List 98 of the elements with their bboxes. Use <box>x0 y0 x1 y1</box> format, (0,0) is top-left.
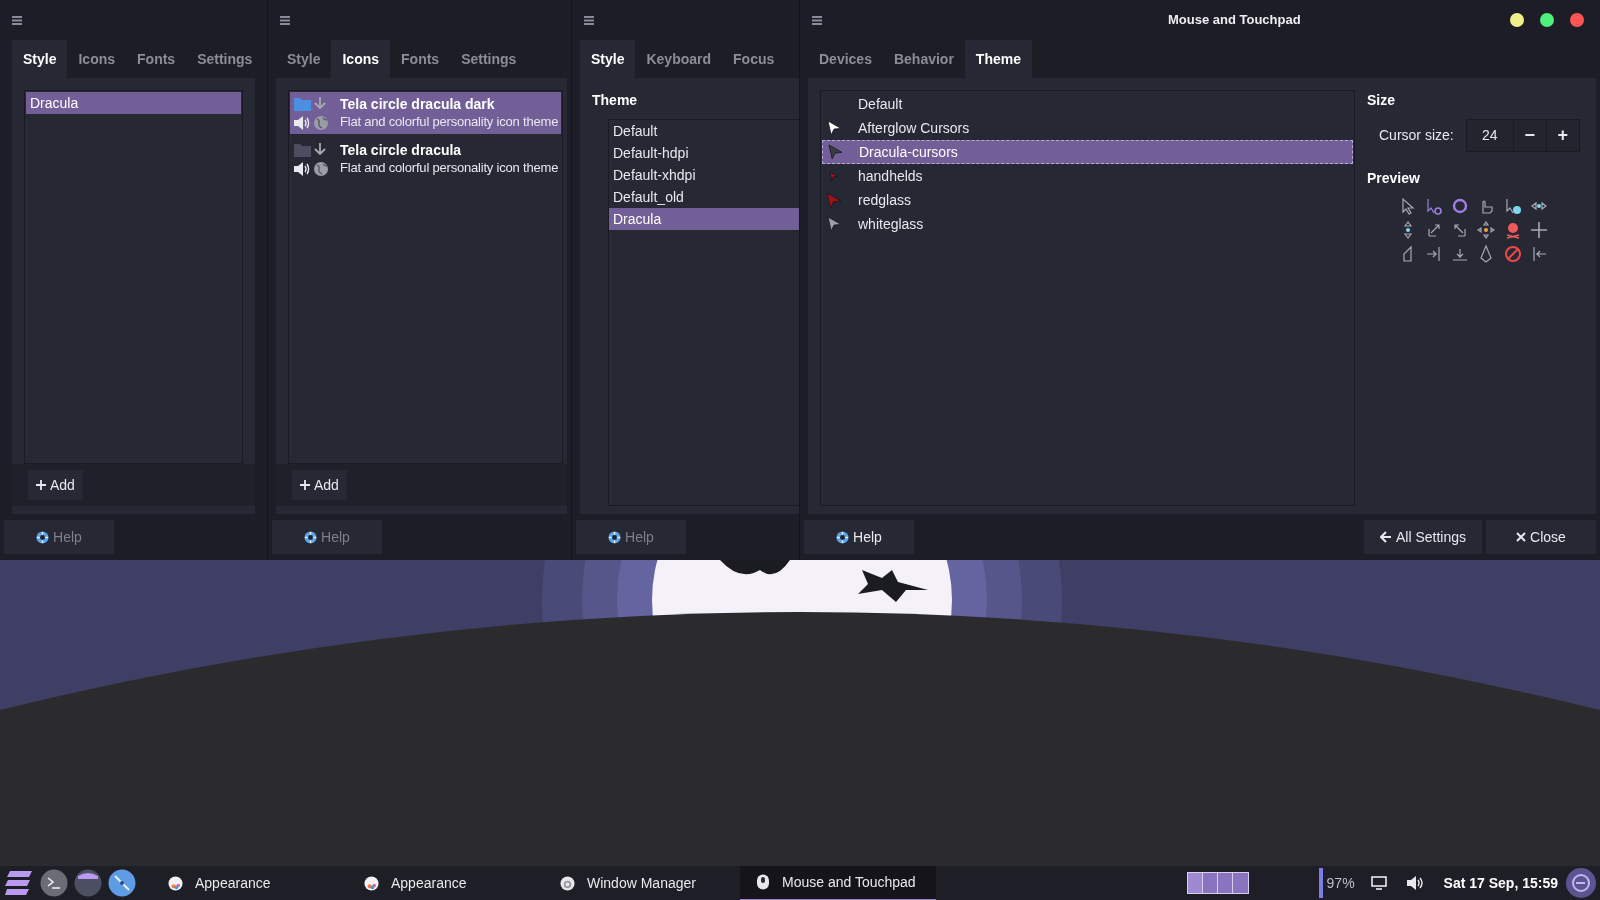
help-button[interactable]: Help <box>804 520 914 554</box>
palette-icon <box>168 875 183 891</box>
theme-item[interactable]: Default-xhdpi <box>609 164 799 186</box>
tab[interactable]: Theme <box>964 40 1032 78</box>
tab[interactable]: Style <box>276 40 332 78</box>
minimize-button[interactable] <box>1510 13 1524 27</box>
folder-icon[interactable] <box>74 869 102 897</box>
menu-icon[interactable] <box>812 15 822 25</box>
close-window-button[interactable] <box>1570 13 1584 27</box>
tab[interactable]: Settings <box>186 40 264 78</box>
terminal-icon[interactable] <box>40 869 68 897</box>
theme-item[interactable]: Default-hdpi <box>609 142 799 164</box>
section-heading: Theme <box>592 91 639 110</box>
back-arrow-icon <box>1379 531 1392 543</box>
mouse-icon <box>756 874 770 890</box>
palette-icon <box>364 875 379 891</box>
speaker-icon <box>294 115 310 130</box>
help-icon <box>608 530 622 544</box>
window-title: Mouse and Touchpad <box>1168 11 1301 30</box>
crosshair-icon <box>1529 221 1548 239</box>
theme-description: Flat and colorful personality icon theme <box>340 159 559 176</box>
tab[interactable]: Icons <box>67 40 127 78</box>
taskbar-button[interactable]: Appearance <box>348 865 544 900</box>
cursor-icon <box>829 170 839 182</box>
clock[interactable]: Sat 17 Sep, 15:59 <box>1443 872 1558 894</box>
power-icon[interactable] <box>1566 868 1596 898</box>
plus-icon <box>36 480 46 490</box>
display-icon[interactable] <box>1370 876 1387 890</box>
cursor-size-spinbox[interactable]: 24 − + <box>1465 119 1580 152</box>
cursor-theme-item[interactable]: Dracula-cursors <box>822 140 1353 164</box>
tab[interactable]: Style <box>12 40 68 78</box>
compass-icon[interactable] <box>108 869 136 897</box>
down-arrow-icon <box>314 97 326 110</box>
tab[interactable]: Fonts <box>126 40 187 78</box>
down-arrow-icon <box>314 143 326 156</box>
icon-theme-item[interactable]: Tela circle dracula Flat and colorful personality icon theme <box>290 138 561 180</box>
theme-description: Flat and colorful personality icon theme <box>340 113 559 130</box>
theme-name: Tela circle dracula <box>340 142 463 159</box>
cursor-theme-item[interactable]: handhelds <box>822 164 1353 188</box>
menu-icon[interactable] <box>12 15 22 25</box>
theme-item[interactable]: Default_old <box>609 186 799 208</box>
close-button[interactable]: Close <box>1486 520 1596 554</box>
battery-level: 97% <box>1326 873 1355 893</box>
theme-item[interactable]: Default <box>609 120 799 142</box>
launcher-icon[interactable] <box>4 869 34 897</box>
pointer-icon <box>1399 197 1417 215</box>
theme-item[interactable]: Dracula <box>26 92 241 114</box>
maximize-button[interactable] <box>1540 13 1554 27</box>
tab[interactable]: Focus <box>722 40 786 78</box>
help-icon <box>304 530 318 544</box>
menu-icon[interactable] <box>280 15 290 25</box>
cursor-size-label: Cursor size: <box>1379 126 1454 145</box>
tab[interactable]: Keyboard <box>635 40 723 78</box>
cursor-theme-item[interactable]: whiteglass <box>822 212 1353 236</box>
theme-item[interactable]: Dracula <box>609 208 799 230</box>
spinner-icon <box>1451 197 1470 215</box>
globe-icon <box>314 115 328 130</box>
no-entry-icon <box>1503 245 1522 263</box>
volume-icon[interactable] <box>1406 876 1424 890</box>
cursor-theme-item[interactable]: Default <box>822 92 1353 116</box>
tab[interactable]: Icons <box>331 40 391 78</box>
cursor-icon <box>826 120 842 136</box>
menu-icon[interactable] <box>584 15 594 25</box>
section-heading: Preview <box>1367 169 1421 188</box>
help-pointer-icon <box>1503 197 1522 215</box>
cursor-icon <box>826 216 842 232</box>
help-button[interactable]: Help <box>4 520 114 554</box>
icon-theme-item[interactable]: Tela circle dracula dark Flat and colorful personality icon theme <box>290 92 561 134</box>
add-button[interactable]: Add <box>28 470 83 500</box>
theme-name: Tela circle dracula dark <box>340 96 496 113</box>
plus-icon <box>300 480 310 490</box>
cursor-theme-item[interactable]: Afterglow Cursors <box>822 116 1353 140</box>
all-settings-button[interactable]: All Settings <box>1363 520 1482 554</box>
help-icon <box>836 530 850 544</box>
cursor-size-value: 24 <box>1480 126 1499 145</box>
help-icon <box>36 530 50 544</box>
cursor-icon <box>827 144 843 160</box>
globe-icon <box>314 161 328 176</box>
cursor-theme-item[interactable]: redglass <box>822 188 1353 212</box>
move-icon <box>1477 221 1496 239</box>
tab[interactable]: Fonts <box>390 40 451 78</box>
workspace-pager[interactable] <box>1186 872 1249 894</box>
increase-button[interactable]: + <box>1545 120 1579 151</box>
decrease-button[interactable]: − <box>1512 120 1546 151</box>
taskbar-button[interactable]: Mouse and Touchpad <box>740 865 936 900</box>
help-button[interactable]: Help <box>576 520 686 554</box>
add-button[interactable]: Add <box>292 470 347 500</box>
speaker-icon <box>294 161 310 176</box>
section-heading: Size <box>1367 91 1396 110</box>
close-icon <box>1516 532 1527 542</box>
tab[interactable]: Style <box>580 40 636 78</box>
taskbar-button[interactable]: Appearance <box>152 865 348 900</box>
taskbar-button[interactable]: Window Manager <box>544 865 740 900</box>
tab[interactable]: Settings <box>450 40 528 78</box>
tab[interactable]: Devices <box>808 40 883 78</box>
help-button[interactable]: Help <box>272 520 382 554</box>
cursor-icon <box>826 191 842 209</box>
tab[interactable]: Behavior <box>882 40 965 78</box>
